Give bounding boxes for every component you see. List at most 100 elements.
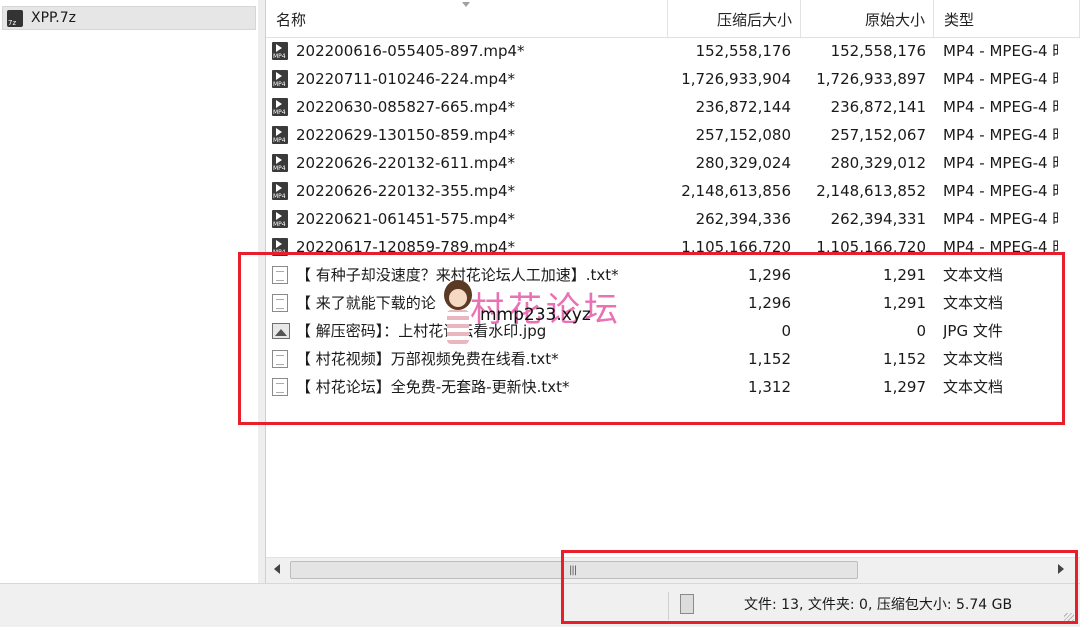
file-packed-size: 262,394,336	[695, 210, 791, 228]
file-packed-size: 236,872,144	[695, 98, 791, 116]
file-row[interactable]: 20220621-061451-575.mp4* 262,394,336 262,3…	[266, 205, 1080, 233]
file-row[interactable]: 【 来了就能下载的论 1,296 1,291 文本文档	[266, 289, 1080, 317]
file-packed-size: 0	[781, 322, 791, 340]
txt-file-icon	[272, 378, 288, 396]
sort-descending-icon	[462, 2, 470, 7]
file-row[interactable]: 【 村花论坛】全免费-无套路-更新快.txt* 1,312 1,297 文本文档	[266, 373, 1080, 401]
mp4-file-icon	[272, 70, 288, 88]
file-name: 【 村花论坛】全免费-无套路-更新快.txt*	[296, 378, 570, 396]
file-name: 20220711-010246-224.mp4*	[296, 70, 516, 88]
column-packed-label: 压缩后大小	[716, 11, 792, 29]
file-packed-size: 1,152	[748, 350, 791, 368]
file-packed-size: 257,152,080	[695, 126, 791, 144]
archive-name: XPP.7z	[31, 10, 77, 26]
mp4-file-icon	[272, 98, 288, 116]
file-packed-size: 1,312	[748, 378, 791, 396]
mp4-file-icon	[272, 154, 288, 172]
file-size: 262,394,331	[830, 210, 926, 228]
file-type: MP4 - MPEG-4 时	[943, 42, 1058, 60]
file-type: 文本文档	[943, 378, 1004, 396]
txt-file-icon	[272, 294, 288, 312]
file-size: 1,726,933,897	[816, 70, 926, 88]
column-name-label: 名称	[276, 11, 307, 29]
file-name: 【 村花视频】万部视频免费在线看.txt*	[296, 350, 559, 368]
file-row[interactable]: 20220711-010246-224.mp4* 1,726,933,904 1,7…	[266, 65, 1080, 93]
status-bar: 文件: 13, 文件夹: 0, 压缩包大小: 5.74 GB	[0, 583, 1080, 627]
scroll-left-arrow-icon[interactable]	[274, 564, 280, 574]
file-row[interactable]: 20220617-120859-789.mp4* 1,105,166,720 1,1…	[266, 233, 1080, 261]
7z-archive-icon	[7, 9, 23, 27]
file-size: 257,152,067	[830, 126, 926, 144]
thumb-grip-icon: |||	[569, 565, 577, 576]
file-type: 文本文档	[943, 266, 1004, 284]
file-type: MP4 - MPEG-4 时	[943, 210, 1058, 228]
file-name: 20220626-220132-611.mp4*	[296, 154, 516, 172]
file-packed-size: 2,148,613,856	[681, 182, 791, 200]
file-row[interactable]: 20220630-085827-665.mp4* 236,872,144 236,8…	[266, 93, 1080, 121]
mp4-file-icon	[272, 42, 288, 60]
file-type: MP4 - MPEG-4 时	[943, 98, 1058, 116]
column-header-size[interactable]: 原始大小	[801, 0, 934, 37]
file-type: MP4 - MPEG-4 时	[943, 238, 1058, 256]
file-packed-size: 1,296	[748, 294, 791, 312]
file-name: 20220626-220132-355.mp4*	[296, 182, 516, 200]
column-header-row: 名称 压缩后大小 原始大小 类型	[266, 0, 1080, 38]
column-header-type[interactable]: 类型	[934, 0, 1080, 37]
file-size: 1,152	[883, 350, 926, 368]
txt-file-icon	[272, 350, 288, 368]
file-packed-size: 152,558,176	[695, 42, 791, 60]
file-type: 文本文档	[943, 350, 1004, 368]
file-type: JPG 文件	[943, 322, 1003, 340]
file-name: 20220630-085827-665.mp4*	[296, 98, 516, 116]
column-header-name[interactable]: 名称	[266, 0, 668, 37]
watermark-url: mmp233.xyz	[480, 305, 591, 325]
file-type: 文本文档	[943, 294, 1004, 312]
file-row[interactable]: 20220626-220132-355.mp4* 2,148,613,856 2,1…	[266, 177, 1080, 205]
file-size: 2,148,613,852	[816, 182, 926, 200]
status-summary: 文件: 13, 文件夹: 0, 压缩包大小: 5.74 GB	[744, 597, 1013, 613]
file-type: MP4 - MPEG-4 时	[943, 126, 1058, 144]
file-size: 280,329,012	[830, 154, 926, 172]
file-size: 1,291	[883, 266, 926, 284]
horizontal-scrollbar[interactable]: |||	[266, 557, 1080, 583]
file-size: 236,872,141	[830, 98, 926, 116]
file-packed-size: 280,329,024	[695, 154, 791, 172]
file-name: 202200616-055405-897.mp4*	[296, 42, 525, 60]
pane-splitter[interactable]	[258, 0, 266, 583]
column-size-label: 原始大小	[864, 11, 925, 29]
mp4-file-icon	[272, 238, 288, 256]
file-name: 20220617-120859-789.mp4*	[296, 238, 516, 256]
file-size: 1,297	[883, 378, 926, 396]
file-row[interactable]: 【 有种子却没速度？来村花论坛人工加速】.txt* 1,296 1,291 文本文档	[266, 261, 1080, 289]
file-row[interactable]: 【 村花视频】万部视频免费在线看.txt* 1,152 1,152 文本文档	[266, 345, 1080, 373]
file-type: MP4 - MPEG-4 时	[943, 182, 1058, 200]
file-size: 0	[916, 322, 926, 340]
file-row[interactable]: 202200616-055405-897.mp4* 152,558,176 152,…	[266, 37, 1080, 65]
file-size: 152,558,176	[830, 42, 926, 60]
mp4-file-icon	[272, 182, 288, 200]
file-name: 20220621-061451-575.mp4*	[296, 210, 516, 228]
mp4-file-icon	[272, 210, 288, 228]
file-packed-size: 1,105,166,720	[681, 238, 791, 256]
file-packed-size: 1,296	[748, 266, 791, 284]
file-packed-size: 1,726,933,904	[681, 70, 791, 88]
column-type-label: 类型	[944, 11, 975, 29]
file-row[interactable]: 20220629-130150-859.mp4* 257,152,080 257,1…	[266, 121, 1080, 149]
archive-tree-pane[interactable]: XPP.7z	[0, 0, 259, 583]
scroll-right-arrow-icon[interactable]	[1058, 564, 1064, 574]
file-size: 1,291	[883, 294, 926, 312]
txt-file-icon	[272, 266, 288, 284]
resize-grip-icon[interactable]	[1064, 613, 1074, 623]
file-list-pane: 名称 压缩后大小 原始大小 类型 202200616-055405-897.mp…	[266, 0, 1080, 583]
mp4-file-icon	[272, 126, 288, 144]
file-row[interactable]: 20220626-220132-611.mp4* 280,329,024 280,3…	[266, 149, 1080, 177]
file-type: MP4 - MPEG-4 时	[943, 154, 1058, 172]
status-separator	[668, 592, 669, 620]
file-type: MP4 - MPEG-4 时	[943, 70, 1058, 88]
jpg-file-icon	[272, 323, 290, 339]
file-size: 1,105,166,720	[816, 238, 926, 256]
column-header-packed[interactable]: 压缩后大小	[668, 0, 801, 37]
archive-tree-item[interactable]: XPP.7z	[2, 6, 256, 30]
file-row[interactable]: 【 解压密码】：上村花论坛看水印.jpg 0 0 JPG 文件	[266, 317, 1080, 345]
scrollbar-thumb[interactable]: |||	[290, 561, 858, 579]
